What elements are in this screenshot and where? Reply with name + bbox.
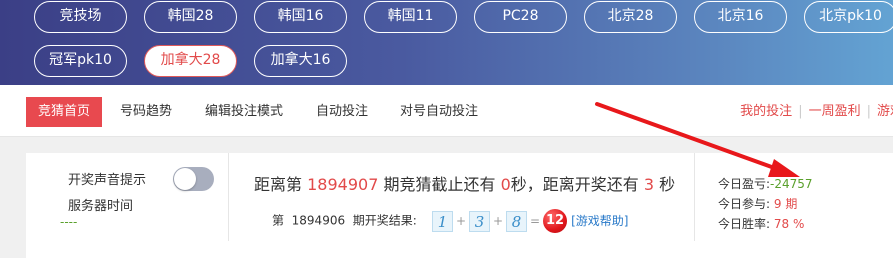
plus-sign: + (456, 214, 467, 228)
last-result-line: 第 1894906 期开奖结果: 1 +3 +8 = 12 [游戏帮助] (272, 209, 628, 233)
nav-tab-match-auto-bet[interactable]: 对号自动投注 (400, 97, 478, 127)
countdown-prefix: 距离第 (254, 175, 303, 194)
game-pill-korea16[interactable]: 韩国16 (254, 1, 347, 33)
winrate-row: 今日胜率: 78 % (718, 215, 804, 232)
game-pill-canada16[interactable]: 加拿大16 (254, 45, 347, 77)
countdown-suffix: 秒 (659, 175, 676, 194)
result-sum-badge: 12 (543, 209, 568, 233)
result-ball-2: 3 (469, 210, 491, 232)
nav-tab-edit-mode[interactable]: 编辑投注模式 (205, 97, 283, 127)
countdown-mid1: 期竞猜截止还有 (383, 175, 496, 194)
nav-tab-auto-bet[interactable]: 自动投注 (316, 97, 368, 127)
link-separator: | (798, 104, 803, 119)
sound-alert-toggle[interactable] (173, 167, 214, 191)
game-pill-beijing16[interactable]: 北京16 (694, 1, 787, 33)
equals-sign: = (530, 214, 541, 228)
game-pill-arena[interactable]: 竞技场 (34, 1, 127, 33)
game-help-link[interactable]: [游戏帮助] (571, 214, 628, 228)
my-bets-link[interactable]: 我的投注 (740, 104, 792, 119)
result-ball-3: 8 (506, 210, 528, 232)
countdown-line: 距离第 1894907 期竞猜截止还有 0秒，距离开奖还有 3 秒 (254, 171, 675, 195)
winrate-label: 今日胜率: (718, 217, 771, 231)
server-time-value: ---- (60, 215, 78, 229)
game-link[interactable]: 游戏 (877, 104, 893, 119)
deadline-seconds: 0 (500, 175, 511, 194)
main-nav: 竞猜首页 号码趋势 编辑投注模式 自动投注 对号自动投注 我的投注 | 一周盈利 | 游… (0, 85, 893, 137)
result-ball-1: 1 (432, 210, 454, 232)
column-divider (694, 153, 695, 241)
game-pill-beijingpk10[interactable]: 北京pk10 (804, 1, 893, 33)
column-divider (228, 153, 229, 241)
game-pill-pc28[interactable]: PC28 (474, 1, 567, 33)
weekly-profit-link[interactable]: 一周盈利 (809, 104, 861, 119)
game-pill-korea11[interactable]: 韩国11 (364, 1, 457, 33)
game-pill-korea28[interactable]: 韩国28 (144, 1, 237, 33)
game-pill-champion-pk10[interactable]: 冠军pk10 (34, 45, 127, 77)
participation-label: 今日参与: (718, 197, 771, 211)
nav-tab-trend[interactable]: 号码趋势 (120, 97, 172, 127)
result-prefix: 第 (272, 213, 285, 228)
next-period-number: 1894907 (307, 175, 379, 194)
profit-label: 今日盈亏: (718, 177, 771, 191)
result-period: 1894906 (291, 213, 346, 228)
server-time-label: 服务器时间 (68, 199, 134, 214)
participation-row: 今日参与: 9 期 (718, 195, 797, 212)
countdown-mid2: 秒，距离开奖还有 (510, 175, 639, 194)
winrate-value: 78 % (773, 217, 805, 231)
nav-right-links: 我的投注 | 一周盈利 | 游戏 (740, 97, 893, 127)
participation-value: 9 期 (773, 197, 798, 211)
profit-row: 今日盈亏:-24757 (718, 175, 813, 192)
nav-tab-home[interactable]: 竞猜首页 (26, 97, 103, 127)
link-separator: | (866, 104, 871, 119)
plus-sign: + (493, 214, 504, 228)
game-info-panel: 开奖声音提示 服务器时间 ---- 距离第 1894907 期竞猜截止还有 0秒… (26, 153, 893, 258)
profit-value: -24757 (770, 177, 813, 191)
result-label: 期开奖结果: (352, 213, 417, 228)
game-pill-beijing28[interactable]: 北京28 (584, 1, 677, 33)
toggle-knob (174, 168, 196, 190)
sound-alert-label: 开奖声音提示 (68, 173, 147, 188)
draw-seconds: 3 (643, 175, 655, 194)
game-pill-canada28[interactable]: 加拿大28 (144, 45, 237, 77)
game-selector-bar: 竞技场 韩国28 韩国16 韩国11 PC28 北京28 北京16 北京pk10… (0, 0, 893, 85)
